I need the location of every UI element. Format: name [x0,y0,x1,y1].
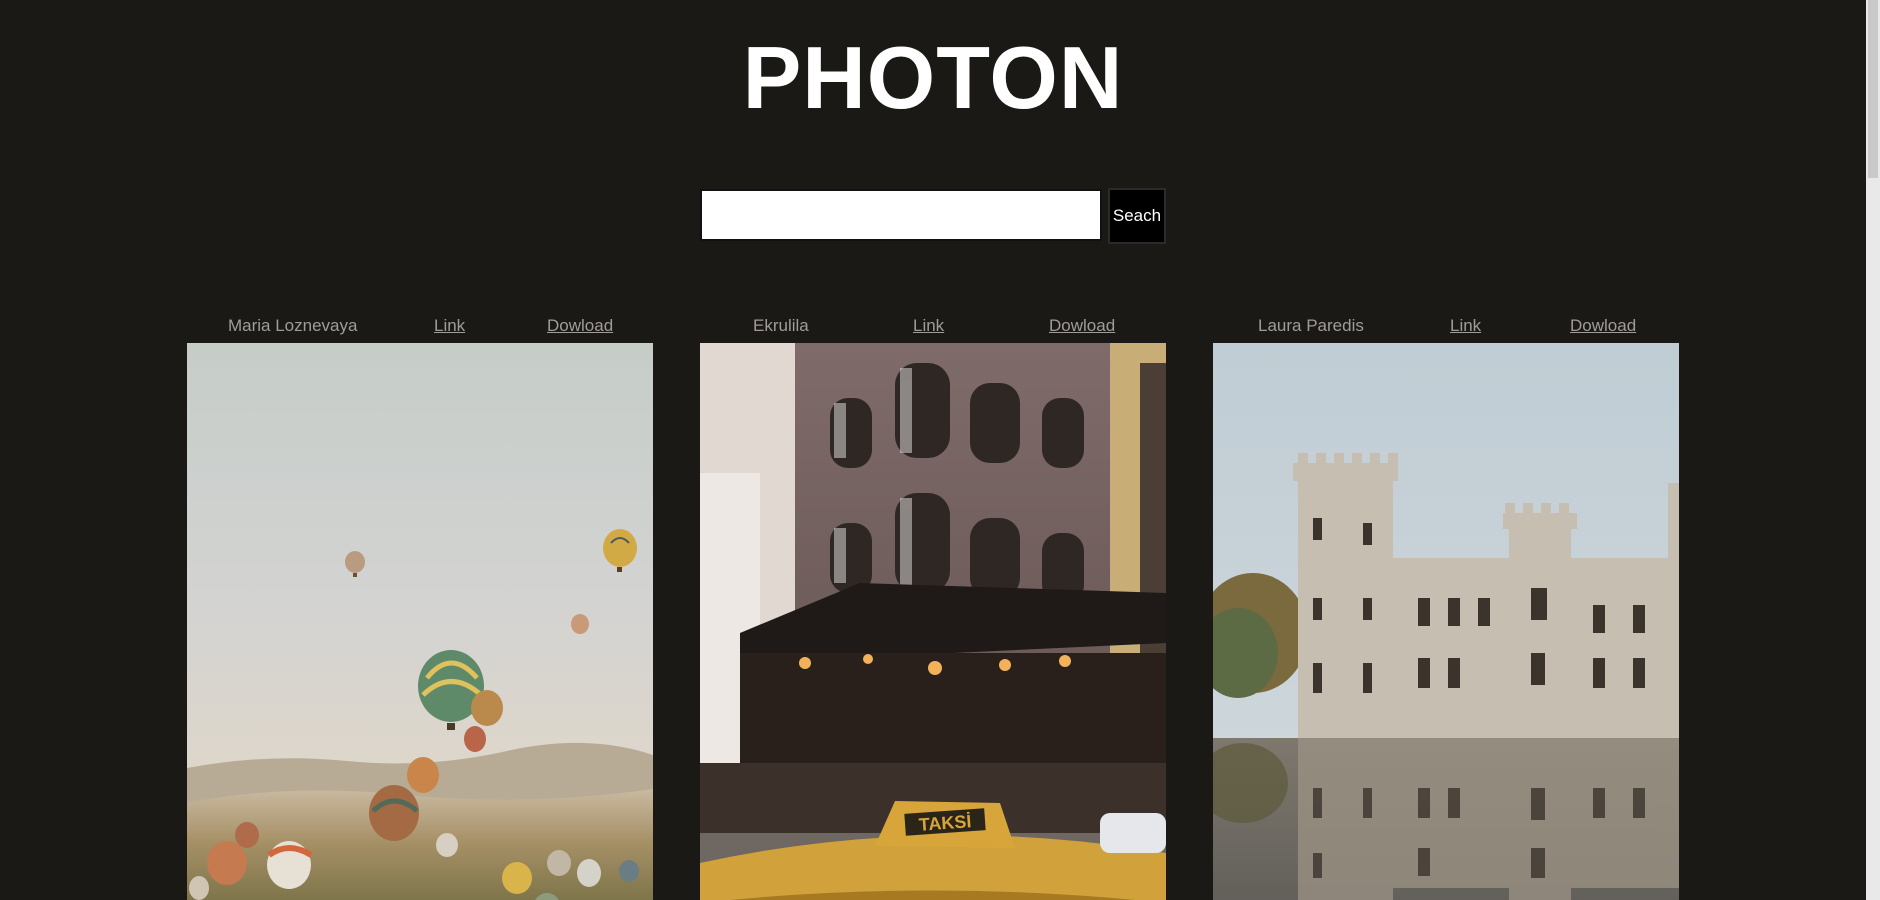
photo-link[interactable]: Link [913,316,944,336]
photo-card: Laura Paredis Link Dowload [1213,312,1679,900]
hot-air-balloons-photo[interactable] [187,343,653,900]
page-scrollbar[interactable] [1866,0,1880,900]
photo-download-link[interactable]: Dowload [547,316,613,336]
photo-card: Ekrulila Link Dowload TAKSİ [700,312,1166,900]
photo-card-meta: Laura Paredis Link Dowload [1213,312,1679,342]
photo-card-meta: Ekrulila Link Dowload [700,312,1166,342]
photo-author: Ekrulila [753,316,809,335]
photon-page: PHOTON Seach Maria Loznevaya Link Dowloa… [0,0,1880,900]
search-button[interactable]: Seach [1108,188,1166,244]
photo-link[interactable]: Link [1450,316,1481,336]
castle-reflection-photo[interactable] [1213,343,1679,900]
page-title: PHOTON [742,28,1124,127]
search-input[interactable] [700,189,1102,241]
photo-download-link[interactable]: Dowload [1570,316,1636,336]
photo-link[interactable]: Link [434,316,465,336]
photo-author: Maria Loznevaya [228,316,358,335]
svg-text:TAKSİ: TAKSİ [918,811,972,835]
castle-image [1213,343,1679,900]
balloons-image [187,343,653,900]
building-image: TAKSİ [700,343,1166,900]
city-building-taxi-photo[interactable]: TAKSİ [700,343,1166,900]
photo-card-meta: Maria Loznevaya Link Dowload [187,312,653,342]
photo-download-link[interactable]: Dowload [1049,316,1115,336]
photo-author: Laura Paredis [1258,316,1364,335]
photo-card: Maria Loznevaya Link Dowload [187,312,653,900]
scrollbar-thumb[interactable] [1868,0,1878,178]
